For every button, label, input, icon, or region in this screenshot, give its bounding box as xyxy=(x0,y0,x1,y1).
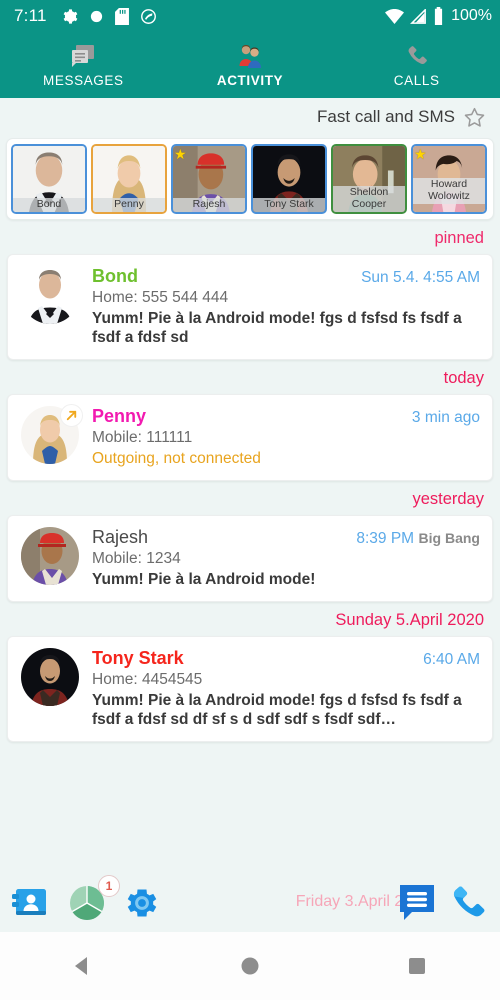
favorite-name: Tony Stark xyxy=(253,197,325,212)
activity-entry-bond[interactable]: Bond Sun 5.4. 4:55 AM Home: 555 544 444 … xyxy=(7,254,493,360)
bottom-bar-right: Friday 3.April 2020 xyxy=(296,883,488,923)
phone-number: Mobile: 1234 xyxy=(92,550,181,567)
entry-meta: 3 min ago xyxy=(402,409,480,427)
message-compose-icon[interactable] xyxy=(396,883,438,923)
avatar xyxy=(21,527,79,585)
contact-name: Tony Stark xyxy=(92,648,184,668)
tab-messages[interactable]: MESSAGES xyxy=(0,32,167,98)
favorite-penny[interactable]: Penny xyxy=(91,144,167,214)
avatar-wrapper xyxy=(21,266,79,324)
fast-call-label: Fast call and SMS xyxy=(317,107,455,126)
favorites-strip: Bond Penny ★ Rajesh Tony Stark Sheldon C… xyxy=(6,138,494,220)
back-button[interactable] xyxy=(70,953,96,979)
favorite-howard-wolowitz[interactable]: ★ Howard Wolowitz xyxy=(411,144,487,214)
tab-activity-label: ACTIVITY xyxy=(216,73,284,88)
circle-icon xyxy=(89,9,104,24)
sd-card-icon xyxy=(114,7,129,25)
phone-number: Home: 555 544 444 xyxy=(92,289,229,306)
fast-call-header: Fast call and SMS xyxy=(0,98,500,136)
entry-body: Rajesh 8:39 PM Big Bang Mobile: 1234 Yum… xyxy=(92,527,480,589)
entry-top-row: Penny 3 min ago xyxy=(92,406,480,427)
entry-top-row: Tony Stark 6:40 AM xyxy=(92,648,480,669)
status-bar-right-icons: 100% xyxy=(385,7,492,25)
outgoing-call-arrow-icon xyxy=(60,404,83,427)
do-not-disturb-icon xyxy=(140,8,157,25)
pie-chart-icon[interactable]: 1 xyxy=(68,875,120,922)
timestamp: 3 min ago xyxy=(411,409,480,426)
section-label-today: today xyxy=(443,369,484,387)
status-bar-clock: 7:11 xyxy=(14,6,47,25)
favorite-name: Penny xyxy=(93,197,165,212)
message-snippet: Yumm! Pie à la Android mode! xyxy=(92,571,316,588)
contact-name: Bond xyxy=(92,266,138,286)
favorite-name: Bond xyxy=(13,197,85,212)
entry-meta: 6:40 AM xyxy=(413,651,480,669)
tab-activity[interactable]: ACTIVITY xyxy=(167,32,334,98)
tab-calls-label: CALLS xyxy=(393,73,440,88)
settings-gear-icon[interactable] xyxy=(124,885,160,921)
recents-button[interactable] xyxy=(404,953,430,979)
favorite-sheldon-cooper[interactable]: Sheldon Cooper xyxy=(331,144,407,214)
entry-top-row: Rajesh 8:39 PM Big Bang xyxy=(92,527,480,548)
messages-icon xyxy=(70,42,96,68)
activity-entry-penny[interactable]: Penny 3 min ago Mobile: 111111 Outgoing,… xyxy=(7,394,493,481)
app-screen: 7:11 100% MESSAGES ACTIVITY CALLS Fast c… xyxy=(0,0,500,1000)
star-badge-icon: ★ xyxy=(174,146,187,162)
favorite-name: Sheldon Cooper xyxy=(333,186,405,212)
contacts-icon[interactable] xyxy=(12,887,50,919)
contact-name: Penny xyxy=(92,406,147,426)
star-badge-icon: ★ xyxy=(414,146,427,162)
battery-percent: 100% xyxy=(451,7,492,24)
avatar-wrapper xyxy=(21,404,83,464)
section-label-yesterday: yesterday xyxy=(412,490,484,508)
status-bar: 7:11 100% xyxy=(0,0,500,32)
group-label: Big Bang xyxy=(418,530,480,546)
avatar xyxy=(21,266,79,324)
bottom-action-bar: 1 Friday 3.April 2020 xyxy=(0,874,500,932)
activity-entry-rajesh[interactable]: Rajesh 8:39 PM Big Bang Mobile: 1234 Yum… xyxy=(7,515,493,602)
entry-meta: Sun 5.4. 4:55 AM xyxy=(351,269,480,287)
android-nav-bar xyxy=(0,932,500,1000)
favorite-bond[interactable]: Bond xyxy=(11,144,87,214)
entry-body: Tony Stark 6:40 AM Home: 4454545 Yumm! P… xyxy=(92,648,480,729)
favorite-rajesh[interactable]: ★ Rajesh xyxy=(171,144,247,214)
favorite-name: Rajesh xyxy=(173,197,245,212)
phone-number: Home: 4454545 xyxy=(92,671,203,688)
bottom-bar-left: 1 xyxy=(12,875,160,922)
timestamp: Sun 5.4. 4:55 AM xyxy=(361,269,480,286)
favorite-tony-stark[interactable]: Tony Stark xyxy=(251,144,327,214)
tab-messages-label: MESSAGES xyxy=(43,73,124,88)
signal-icon xyxy=(410,7,427,24)
favorite-name: Howard Wolowitz xyxy=(413,178,485,204)
section-label-sunday: Sunday 5.April 2020 xyxy=(335,611,484,629)
timestamp: 6:40 AM xyxy=(423,651,480,668)
entry-meta: 8:39 PM Big Bang xyxy=(346,530,480,548)
gear-icon xyxy=(61,8,78,25)
entry-body: Penny 3 min ago Mobile: 111111 Outgoing,… xyxy=(92,406,480,468)
activity-people-icon xyxy=(235,42,265,68)
tab-calls[interactable]: CALLS xyxy=(333,32,500,98)
tab-bar: MESSAGES ACTIVITY CALLS xyxy=(0,32,500,98)
avatar xyxy=(21,648,79,706)
wifi-icon xyxy=(385,8,405,24)
entry-top-row: Bond Sun 5.4. 4:55 AM xyxy=(92,266,480,287)
star-outline-icon[interactable] xyxy=(463,106,486,129)
avatar-wrapper xyxy=(21,527,79,585)
activity-entry-tony-stark[interactable]: Tony Stark 6:40 AM Home: 4454545 Yumm! P… xyxy=(7,636,493,742)
home-button[interactable] xyxy=(237,953,263,979)
contact-name: Rajesh xyxy=(92,527,149,547)
call-status: Outgoing, not connected xyxy=(92,450,261,467)
avatar-wrapper xyxy=(21,648,79,706)
message-snippet: Yumm! Pie à la Android mode! fgs d fsfsd… xyxy=(92,310,462,346)
entry-body: Bond Sun 5.4. 4:55 AM Home: 555 544 444 … xyxy=(92,266,480,347)
pie-chart-badge: 1 xyxy=(98,875,120,897)
phone-icon xyxy=(405,42,429,68)
timestamp: 8:39 PM xyxy=(356,530,415,547)
phone-call-icon[interactable] xyxy=(448,883,488,923)
battery-icon xyxy=(433,7,444,25)
phone-number: Mobile: 111111 xyxy=(92,429,193,446)
message-snippet: Yumm! Pie à la Android mode! fgs d fsfsd… xyxy=(92,692,462,728)
section-label-pinned: pinned xyxy=(434,229,484,247)
